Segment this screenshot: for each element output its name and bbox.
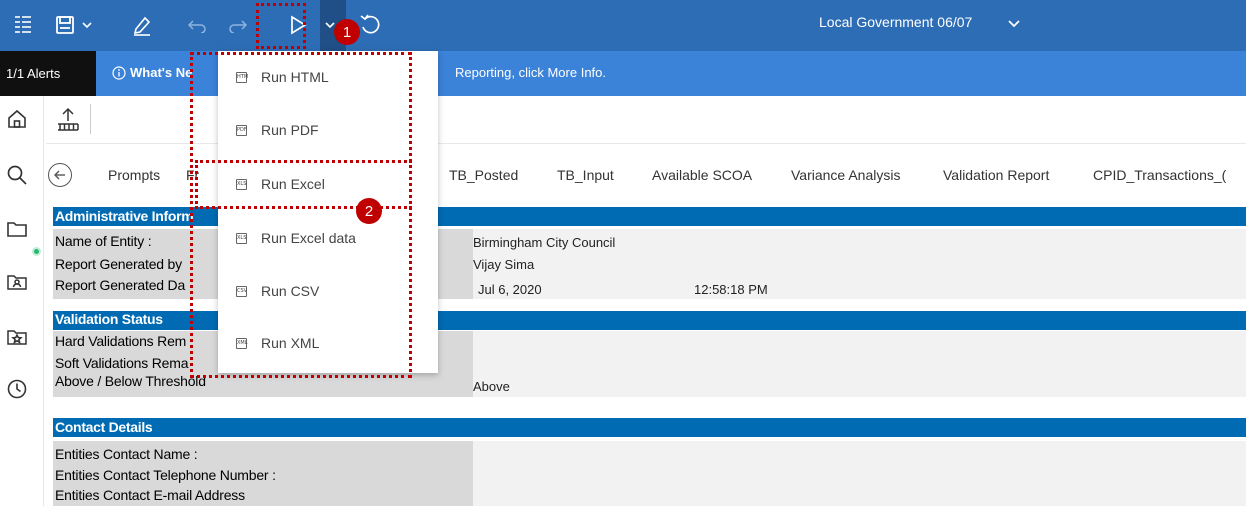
row-value-generated-date: Jul 6, 2020 <box>478 282 542 297</box>
contact-value-column <box>473 441 1246 506</box>
rail-divider <box>43 96 44 506</box>
row-label-threshold: Above / Below Threshold <box>55 373 206 389</box>
callout-run-button-box <box>256 3 306 49</box>
status-indicator <box>32 247 41 256</box>
home-icon[interactable] <box>6 108 28 130</box>
back-button[interactable] <box>48 163 72 187</box>
search-icon[interactable] <box>6 164 28 186</box>
row-value-entity: Birmingham City Council <box>473 235 616 250</box>
step-2-badge: 2 <box>356 198 382 224</box>
tab-available-scoa[interactable]: Available SCOA <box>652 167 752 183</box>
row-value-generated-by: Vijay Sima <box>473 257 535 272</box>
tab-cpid-transactions[interactable]: CPID_Transactions_( <box>1093 167 1226 183</box>
tab-tb-input[interactable]: TB_Input <box>557 167 614 183</box>
row-label-contact-name: Entities Contact Name : <box>55 446 198 462</box>
menu-icon[interactable] <box>8 10 38 40</box>
row-label-generated-by: Report Generated by <box>55 256 182 272</box>
validation-value-column <box>473 331 1246 397</box>
tab-prompts[interactable]: Prompts <box>108 167 160 183</box>
undo-icon[interactable] <box>185 10 209 40</box>
row-value-threshold: Above <box>473 379 510 394</box>
save-icon[interactable] <box>52 10 78 40</box>
section-title-contact: Contact Details <box>55 419 153 435</box>
row-label-contact-email: Entities Contact E-mail Address <box>55 487 245 503</box>
edit-icon[interactable] <box>129 10 155 40</box>
chevron-down-icon[interactable] <box>1007 16 1021 34</box>
alert-message: Reporting, click More Info. <box>455 65 607 80</box>
info-icon <box>112 66 126 85</box>
refresh-icon[interactable] <box>357 10 383 40</box>
tab-variance-analysis[interactable]: Variance Analysis <box>791 167 900 183</box>
chevron-down-icon[interactable] <box>80 10 94 40</box>
left-rail <box>0 96 46 506</box>
section-title-admin: Administrative Inform <box>55 208 194 224</box>
upload-icon[interactable] <box>56 106 80 137</box>
callout-run-excel-box <box>195 160 412 209</box>
row-label-contact-phone: Entities Contact Telephone Number : <box>55 467 276 483</box>
row-value-generated-time: 12:58:18 PM <box>694 282 768 297</box>
team-folder-icon[interactable] <box>6 271 28 293</box>
row-label-soft-validations: Soft Validations Rema <box>55 355 189 371</box>
section-title-validation: Validation Status <box>55 311 163 327</box>
tab-tb-posted[interactable]: TB_Posted <box>449 167 518 183</box>
tab-validation-report[interactable]: Validation Report <box>943 167 1049 183</box>
row-label-hard-validations: Hard Validations Rem <box>55 333 187 349</box>
row-label-entity: Name of Entity : <box>55 233 152 249</box>
redo-icon[interactable] <box>226 10 250 40</box>
alert-count[interactable]: 1/1 Alerts <box>0 51 96 96</box>
favorites-icon[interactable] <box>6 326 28 348</box>
row-label-generated-date: Report Generated Da <box>55 277 186 293</box>
app-window: Local Government 06/07 1/1 Alerts What's… <box>0 0 1246 506</box>
section-header-contact <box>53 418 1246 437</box>
document-title[interactable]: Local Government 06/07 <box>819 14 972 30</box>
alert-heading: What's Ne <box>130 65 193 80</box>
step-1-badge: 1 <box>334 19 360 45</box>
recent-icon[interactable] <box>6 378 28 400</box>
toolbar-divider <box>90 104 91 134</box>
folder-icon[interactable] <box>6 218 28 240</box>
